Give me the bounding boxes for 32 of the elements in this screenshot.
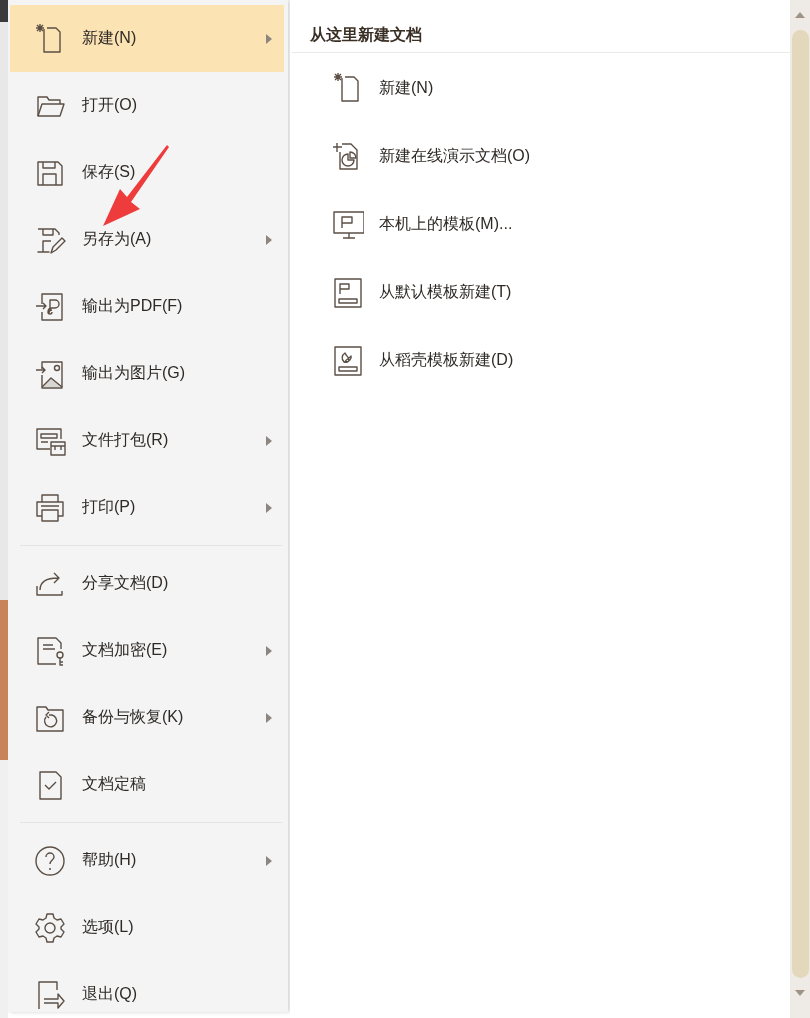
menu-item[interactable]: 文档定稿	[10, 751, 284, 818]
pdf-export-icon	[34, 290, 66, 323]
menu-item[interactable]: 选项(L)	[10, 894, 284, 961]
settings-icon	[34, 911, 66, 944]
template-icon	[332, 276, 364, 308]
menu-item[interactable]: 备份与恢复(K)	[10, 684, 284, 751]
submenu-item[interactable]: 新建在线演示文档(O)	[290, 122, 541, 190]
printer-icon	[34, 491, 66, 524]
menu-item[interactable]: 文件打包(R)	[10, 407, 284, 474]
menu-item[interactable]: 打印(P)	[10, 474, 284, 541]
submenu-item[interactable]: 新建(N)	[290, 54, 444, 122]
menu-item[interactable]: 退出(Q)	[10, 961, 284, 1012]
menu-item[interactable]: 另存为(A)	[10, 206, 284, 273]
menu-item[interactable]: 文档加密(E)	[10, 617, 284, 684]
scroll-up-icon[interactable]	[795, 12, 805, 18]
document-key-icon	[34, 634, 66, 667]
monitor-template-icon	[332, 208, 364, 240]
menu-item[interactable]: 帮助(H)	[10, 827, 284, 894]
scrollbar-thumb[interactable]	[791, 30, 809, 978]
submenu-title: 从这里新建文档	[309, 25, 423, 45]
menu-item[interactable]: 保存(S)	[10, 139, 284, 206]
menu-item[interactable]: 分享文档(D)	[10, 550, 284, 617]
help-icon	[34, 844, 66, 877]
submenu-item[interactable]: 从默认模板新建(T)	[290, 258, 522, 326]
submenu-item[interactable]: 本机上的模板(M)...	[290, 190, 523, 258]
scroll-down-icon[interactable]	[795, 990, 805, 996]
menu-item[interactable]: 新建(N)	[10, 5, 284, 72]
submenu-item[interactable]: 从稻壳模板新建(D)	[290, 326, 524, 394]
menu-item[interactable]: 输出为PDF(F)	[10, 273, 284, 340]
menu-item[interactable]: 输出为图片(G)	[10, 340, 284, 407]
leaf-template-icon	[332, 344, 364, 376]
menu-item[interactable]: 打开(O)	[10, 72, 284, 139]
